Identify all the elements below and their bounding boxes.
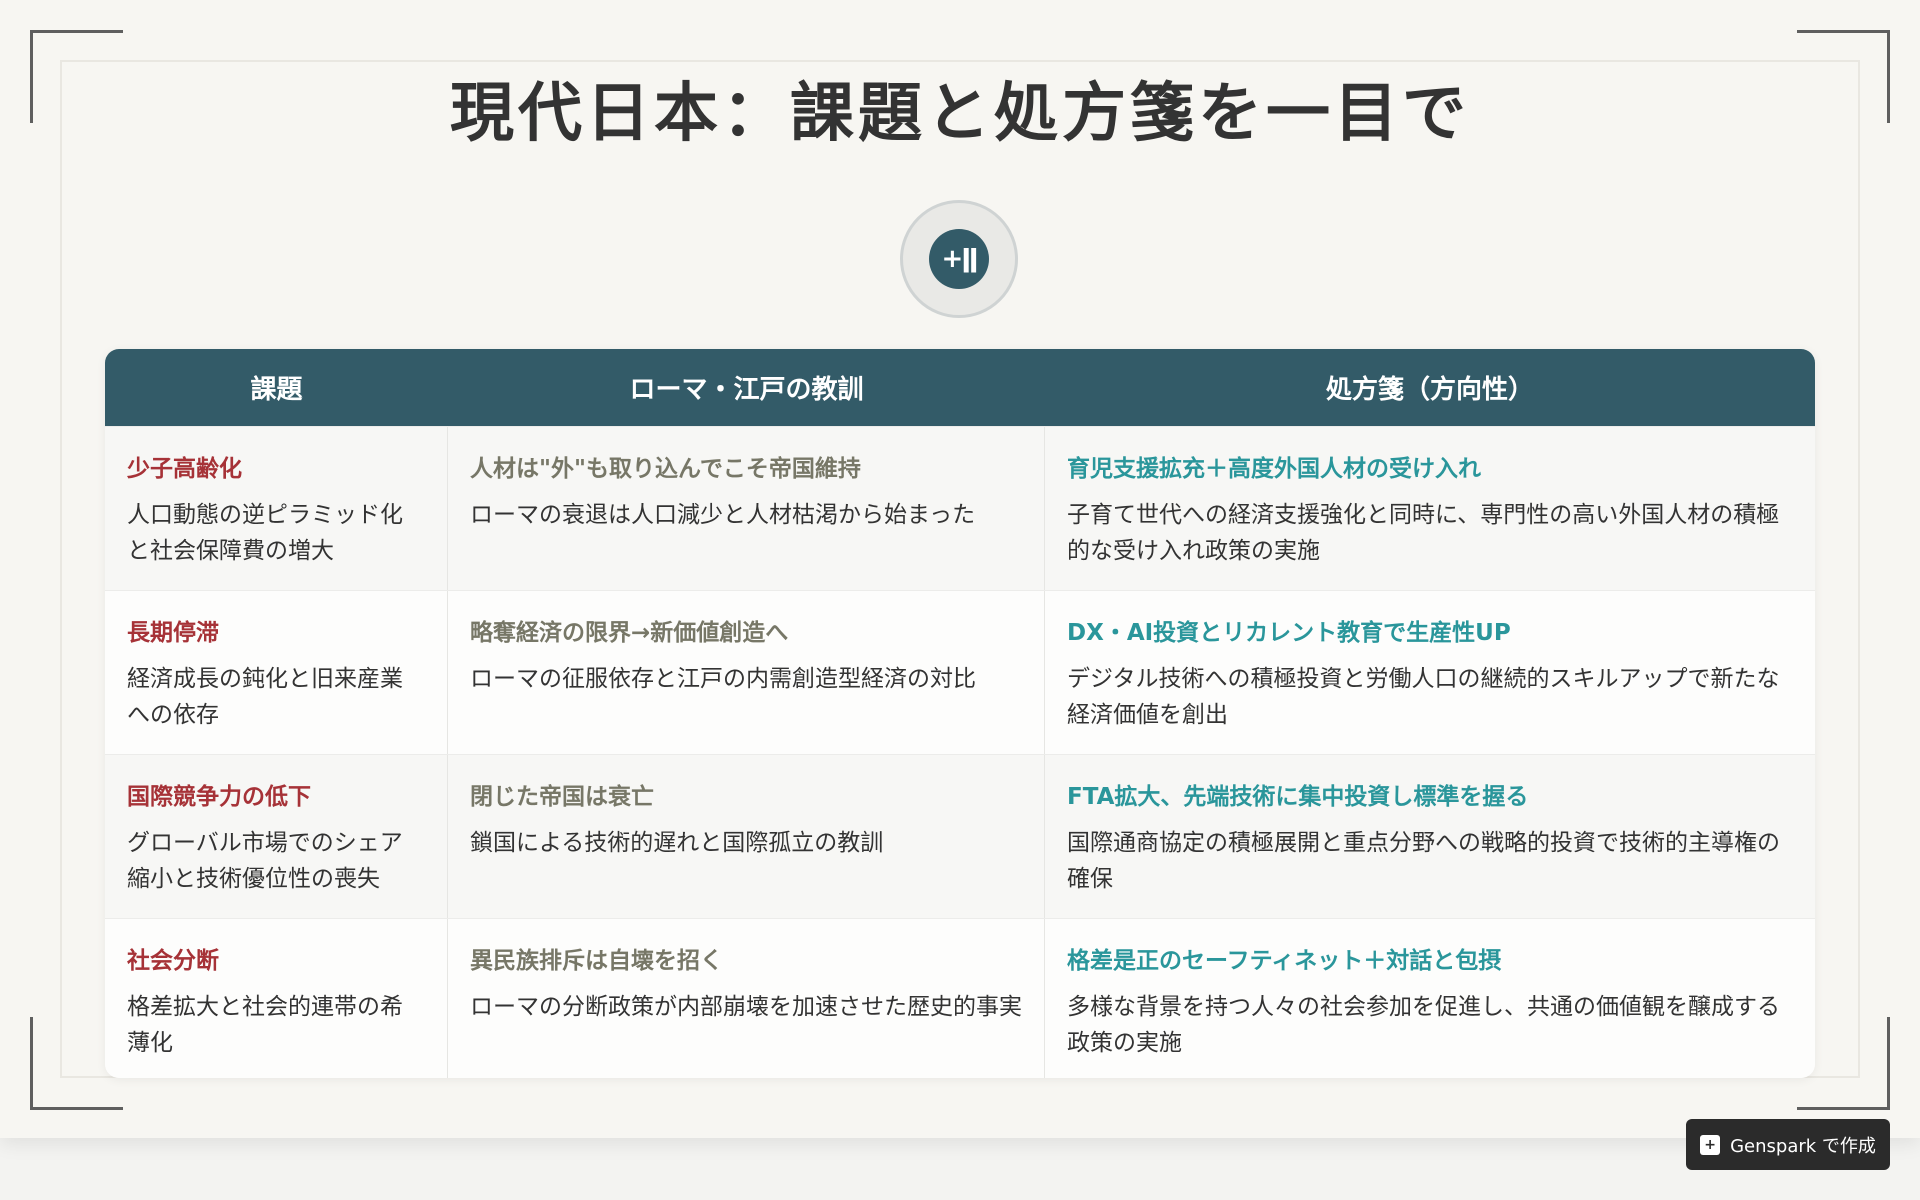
header-lesson: ローマ・江戸の教訓: [629, 375, 864, 405]
comparison-table: 課題 ローマ・江戸の教訓 処方箋（方向性） 少子高齢化 人口動態の逆ピラミッド化…: [105, 349, 1815, 1078]
prescription-cell: 育児支援拡充＋高度外国人材の受け入れ 子育て世代への経済支援強化と同時に、専門性…: [1045, 427, 1815, 590]
lesson-title: 人材は"外"も取り込んでこそ帝国維持: [470, 456, 861, 482]
lesson-desc: ローマの征服依存と江戸の内需創造型経済の対比: [470, 666, 976, 692]
issue-title: 長期停滞: [127, 620, 219, 646]
issue-title: 少子高齢化: [127, 456, 242, 482]
issue-title: 社会分断: [127, 948, 219, 974]
center-badge: +ǁ: [900, 200, 1018, 318]
lesson-cell: 略奪経済の限界→新価値創造へ ローマの征服依存と江戸の内需創造型経済の対比: [448, 591, 1045, 754]
prescription-title: 育児支援拡充＋高度外国人材の受け入れ: [1067, 456, 1481, 482]
table-row: 長期停滞 経済成長の鈍化と旧来産業への依存 略奪経済の限界→新価値創造へ ローマ…: [105, 590, 1815, 754]
prescription-cell: 格差是正のセーフティネット＋対話と包摂 多様な背景を持つ人々の社会参加を促進し、…: [1045, 919, 1815, 1078]
issue-desc: 人口動態の逆ピラミッド化と社会保障費の増大: [127, 502, 403, 564]
lesson-title: 略奪経済の限界→新価値創造へ: [470, 620, 789, 646]
genspark-button-label: Genspark で作成: [1730, 1135, 1876, 1157]
lesson-title: 異民族排斥は自壊を招く: [470, 948, 723, 974]
plus-pause-icon: +ǁ: [929, 229, 989, 289]
table-row: 社会分断 格差拡大と社会的連帯の希薄化 異民族排斥は自壊を招く ローマの分断政策…: [105, 918, 1815, 1078]
prescription-desc: 子育て世代への経済支援強化と同時に、専門性の高い外国人材の積極的な受け入れ政策の…: [1067, 502, 1780, 564]
issue-cell: 社会分断 格差拡大と社会的連帯の希薄化: [105, 919, 448, 1078]
table-header: 課題 ローマ・江戸の教訓 処方箋（方向性）: [105, 349, 1815, 426]
lesson-desc: ローマの衰退は人口減少と人材枯渇から始まった: [470, 502, 976, 528]
issue-desc: 格差拡大と社会的連帯の希薄化: [127, 994, 403, 1056]
prescription-title: DX・AI投資とリカレント教育で生産性UP: [1067, 620, 1511, 646]
table-row: 国際競争力の低下 グローバル市場でのシェア縮小と技術優位性の喪失 閉じた帝国は衰…: [105, 754, 1815, 918]
prescription-desc: 多様な背景を持つ人々の社会参加を促進し、共通の価値観を醸成する政策の実施: [1067, 994, 1780, 1056]
genspark-create-button[interactable]: + Genspark で作成: [1686, 1119, 1890, 1170]
lesson-cell: 人材は"外"も取り込んでこそ帝国維持 ローマの衰退は人口減少と人材枯渇から始まっ…: [448, 427, 1045, 590]
lesson-desc: ローマの分断政策が内部崩壊を加速させた歴史的事実: [470, 994, 1022, 1020]
prescription-title: FTA拡大、先端技術に集中投資し標準を握る: [1067, 784, 1529, 810]
issue-desc: グローバル市場でのシェア縮小と技術優位性の喪失: [127, 830, 403, 892]
prescription-title: 格差是正のセーフティネット＋対話と包摂: [1067, 948, 1502, 974]
issue-desc: 経済成長の鈍化と旧来産業への依存: [127, 666, 403, 728]
prescription-desc: 国際通商協定の積極展開と重点分野への戦略的投資で技術的主導権の確保: [1067, 830, 1780, 892]
issue-title: 国際競争力の低下: [127, 784, 311, 810]
prescription-cell: FTA拡大、先端技術に集中投資し標準を握る 国際通商協定の積極展開と重点分野への…: [1045, 755, 1815, 918]
issue-cell: 長期停滞 経済成長の鈍化と旧来産業への依存: [105, 591, 448, 754]
issue-cell: 少子高齢化 人口動態の逆ピラミッド化と社会保障費の増大: [105, 427, 448, 590]
table-row: 少子高齢化 人口動態の逆ピラミッド化と社会保障費の増大 人材は"外"も取り込んで…: [105, 426, 1815, 590]
lesson-title: 閉じた帝国は衰亡: [470, 784, 654, 810]
header-issue: 課題: [250, 375, 303, 405]
lesson-desc: 鎖国による技術的遅れと国際孤立の教訓: [470, 830, 884, 856]
header-prescription: 処方箋（方向性）: [1325, 375, 1534, 405]
page-title: 現代日本：課題と処方箋を一目で: [450, 76, 1470, 151]
prescription-desc: デジタル技術への積極投資と労働人口の継続的スキルアップで新たな経済価値を創出: [1067, 666, 1780, 728]
prescription-cell: DX・AI投資とリカレント教育で生産性UP デジタル技術への積極投資と労働人口の…: [1045, 591, 1815, 754]
genspark-logo-icon: +: [1700, 1134, 1721, 1155]
lesson-cell: 閉じた帝国は衰亡 鎖国による技術的遅れと国際孤立の教訓: [448, 755, 1045, 918]
issue-cell: 国際競争力の低下 グローバル市場でのシェア縮小と技術優位性の喪失: [105, 755, 448, 918]
lesson-cell: 異民族排斥は自壊を招く ローマの分断政策が内部崩壊を加速させた歴史的事実: [448, 919, 1045, 1078]
slide: 現代日本：課題と処方箋を一目で +ǁ 課題 ローマ・江戸の教訓 処方箋（方向性）…: [0, 0, 1920, 1138]
